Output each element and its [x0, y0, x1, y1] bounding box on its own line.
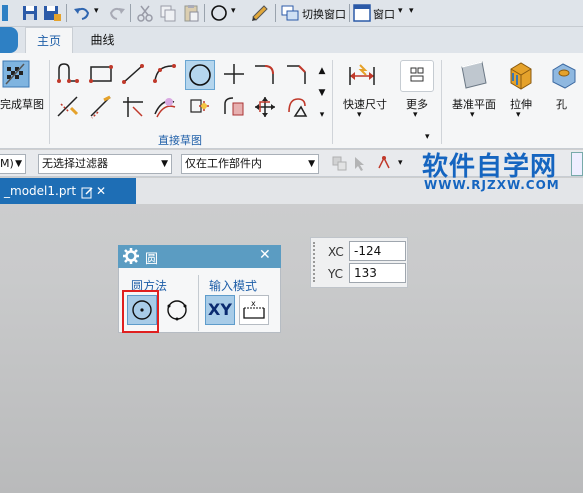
- paste-icon[interactable]: [181, 3, 201, 23]
- extrude-dropdown[interactable]: ▾: [516, 110, 521, 120]
- xy-mode-button[interactable]: XY: [205, 295, 235, 325]
- quick-dimension-icon[interactable]: [347, 61, 377, 91]
- quick-dimension-dropdown[interactable]: ▾: [357, 110, 362, 120]
- save-all-icon[interactable]: [42, 3, 62, 23]
- close-icon[interactable]: ✕: [259, 247, 271, 263]
- highlight-box: [122, 290, 159, 333]
- gear-icon[interactable]: [123, 248, 139, 264]
- undo-dropdown[interactable]: ▾: [94, 6, 99, 16]
- file-menu-button[interactable]: [0, 27, 18, 53]
- fillet-icon[interactable]: [252, 61, 278, 87]
- type-filter-combo[interactable]: M) ▼: [0, 154, 26, 174]
- selection-filter-combo[interactable]: 无选择过滤器 ▼: [38, 154, 172, 174]
- quick-dimension-label[interactable]: 快速尺寸: [343, 96, 387, 112]
- extrude-icon[interactable]: [505, 59, 537, 91]
- group-dropdown[interactable]: ▾: [425, 132, 430, 142]
- copy-icon[interactable]: [158, 3, 178, 23]
- switch-window-label[interactable]: 切换窗口: [302, 6, 346, 22]
- selection-scope-combo[interactable]: 仅在工作部件内 ▼: [181, 154, 319, 174]
- yc-input[interactable]: 133: [349, 263, 406, 283]
- window-corner-icon[interactable]: [571, 152, 583, 176]
- hole-label[interactable]: 孔: [556, 96, 567, 112]
- circle-dialog-title: 圆: [145, 252, 159, 267]
- document-tab-title: _model1.prt: [4, 184, 77, 198]
- undo-icon[interactable]: [72, 3, 92, 23]
- gallery-scroll[interactable]: ▲ ▼ ▾: [316, 60, 328, 130]
- selection-scope-value: 仅在工作部件内: [185, 157, 262, 170]
- quick-trim-icon[interactable]: [55, 94, 81, 120]
- document-close-icon[interactable]: ✕: [96, 178, 106, 204]
- circle-icon[interactable]: [209, 3, 229, 23]
- quick-access-toolbar: ▾ ▾ 切换窗口 窗口 ▾ ▾: [0, 0, 583, 27]
- more-icon[interactable]: [400, 60, 434, 92]
- mirror-curve-icon[interactable]: [221, 94, 247, 120]
- snap-settings-icon[interactable]: [330, 154, 348, 172]
- window-dropdown[interactable]: ▾: [398, 6, 403, 16]
- xc-label: XC: [328, 245, 344, 259]
- tab-curve[interactable]: 曲线: [80, 27, 125, 53]
- direct-sketch-group-label: 直接草图: [158, 134, 202, 147]
- move-curve-icon[interactable]: [252, 94, 278, 120]
- make-corner-icon[interactable]: [120, 94, 146, 120]
- rectangle-icon[interactable]: [88, 61, 114, 87]
- three-point-circle-button[interactable]: [162, 295, 192, 325]
- delete-curve-icon[interactable]: [284, 94, 310, 120]
- type-filter-value: M): [0, 157, 14, 170]
- input-mode-group-title: 输入模式: [209, 279, 258, 293]
- snap-dropdown[interactable]: ▾: [398, 158, 403, 168]
- redo-icon[interactable]: [107, 3, 127, 23]
- selection-filter-value: 无选择过滤器: [42, 157, 108, 170]
- document-modified-icon: [80, 183, 94, 199]
- group-divider: [198, 275, 199, 331]
- more-dropdown[interactable]: ▾: [413, 110, 418, 120]
- arc-icon[interactable]: [152, 61, 178, 87]
- app-edge-icon: [2, 3, 22, 23]
- window-menu-label[interactable]: 窗口: [373, 6, 395, 22]
- extrude-label[interactable]: 拉伸: [510, 96, 532, 112]
- datum-plane-dropdown[interactable]: ▾: [470, 110, 475, 120]
- parameter-mode-button[interactable]: x: [239, 295, 269, 325]
- line-icon[interactable]: [120, 61, 146, 87]
- datum-plane-icon[interactable]: [458, 59, 490, 91]
- quick-extend-icon[interactable]: [88, 94, 114, 120]
- pattern-curve-icon[interactable]: [187, 94, 213, 120]
- svg-text:x: x: [251, 299, 256, 308]
- cut-icon[interactable]: [135, 3, 155, 23]
- circle-dropdown-icon[interactable]: ▾: [231, 6, 236, 16]
- hole-icon[interactable]: [549, 60, 579, 90]
- offset-curve-icon[interactable]: [152, 94, 178, 120]
- chamfer-icon[interactable]: [284, 61, 310, 87]
- panel-grip-icon[interactable]: [313, 242, 316, 282]
- cursor-select-icon[interactable]: [352, 154, 370, 172]
- profile-icon[interactable]: [55, 61, 81, 87]
- sketch-tool-icon[interactable]: [250, 3, 270, 23]
- snap-point-icon[interactable]: [375, 154, 393, 172]
- switch-window-icon[interactable]: [280, 3, 300, 23]
- qat-customize-dropdown[interactable]: ▾: [409, 6, 414, 16]
- save-icon[interactable]: [20, 3, 40, 23]
- yc-label: YC: [328, 267, 344, 281]
- circle-tool-icon[interactable]: [185, 60, 215, 90]
- document-tab[interactable]: _model1.prt ✕: [0, 178, 136, 204]
- watermark-url: WWW.RJZXW.COM: [424, 178, 560, 192]
- finish-sketch-icon[interactable]: [2, 60, 30, 88]
- xc-input[interactable]: -124: [349, 241, 406, 261]
- point-icon[interactable]: [221, 61, 247, 87]
- finish-sketch-label[interactable]: 完成草图: [0, 96, 44, 112]
- window-icon[interactable]: [352, 3, 372, 23]
- circle-dialog-header[interactable]: 圆 ✕: [118, 245, 281, 268]
- tab-home[interactable]: 主页: [25, 27, 73, 53]
